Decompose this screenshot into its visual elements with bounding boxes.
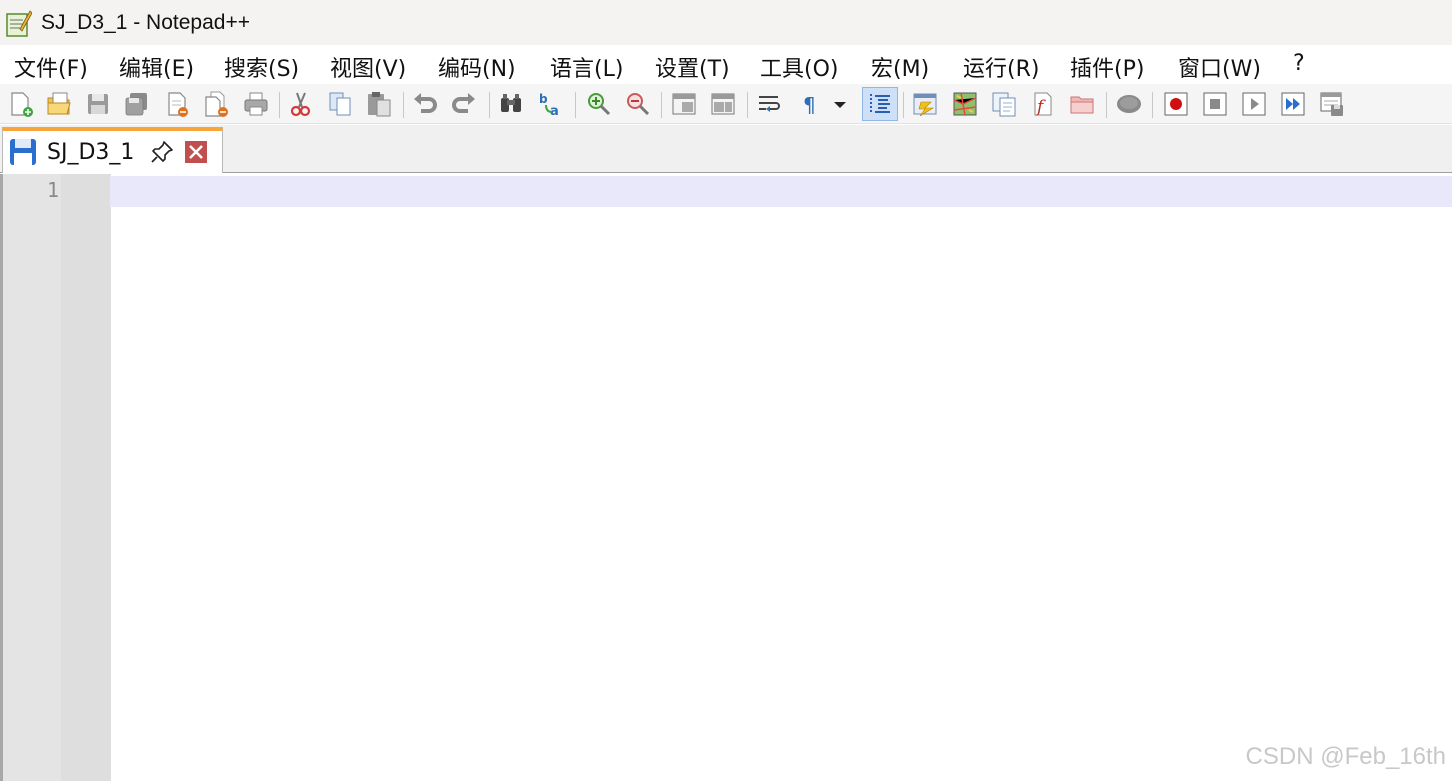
zoom-in-icon[interactable]: [584, 89, 614, 119]
save-status-icon: [7, 136, 39, 168]
menu-plugins[interactable]: 插件(P): [1070, 51, 1144, 83]
tab-label: SJ_D3_1: [47, 139, 135, 165]
replace-icon[interactable]: ba: [536, 89, 566, 119]
monitoring-icon[interactable]: [1114, 89, 1144, 119]
toolbar-separator: [489, 92, 490, 118]
menu-file[interactable]: 文件(F): [14, 51, 88, 83]
svg-text:b: b: [539, 92, 548, 106]
undo-icon[interactable]: [410, 89, 440, 119]
close-all-icon[interactable]: [201, 89, 231, 119]
fold-margin[interactable]: [61, 174, 111, 781]
toolbar-separator: [575, 92, 576, 118]
toolbar-separator: [661, 92, 662, 118]
menu-run[interactable]: 运行(R): [963, 51, 1039, 83]
menu-view[interactable]: 视图(V): [330, 51, 406, 83]
save-macro-icon[interactable]: [1317, 89, 1347, 119]
editor-area[interactable]: 1: [0, 174, 1452, 781]
document-map-icon[interactable]: [950, 89, 980, 119]
menu-edit[interactable]: 编辑(E): [119, 51, 194, 83]
run-macro-multiple-icon[interactable]: [1278, 89, 1308, 119]
tab-bar: SJ_D3_1: [0, 125, 1452, 173]
paste-icon[interactable]: [364, 89, 394, 119]
title-bar: SJ_D3_1 - Notepad++: [0, 0, 1452, 45]
menu-window[interactable]: 窗口(W): [1178, 51, 1261, 83]
dropdown-icon[interactable]: [829, 89, 851, 119]
toolbar-separator: [279, 92, 280, 118]
function-list-icon[interactable]: f: [1028, 89, 1058, 119]
toolbar-separator: [403, 92, 404, 118]
user-defined-language-icon[interactable]: [910, 89, 940, 119]
menu-language[interactable]: 语言(L): [550, 51, 623, 83]
menu-settings[interactable]: 设置(T): [655, 51, 730, 83]
menu-search[interactable]: 搜索(S): [224, 51, 299, 83]
folder-as-workspace-icon[interactable]: [1067, 89, 1097, 119]
menu-bar: 文件(F) 编辑(E) 搜索(S) 视图(V) 编码(N) 语言(L) 设置(T…: [0, 45, 1452, 84]
new-file-icon[interactable]: [5, 89, 35, 119]
show-all-chars-icon[interactable]: ¶: [795, 89, 825, 119]
line-number: 1: [46, 178, 59, 202]
text-area[interactable]: [110, 174, 1452, 781]
notepad-plus-plus-logo-icon: [6, 9, 33, 37]
document-list-icon[interactable]: [989, 89, 1019, 119]
menu-macro[interactable]: 宏(M): [871, 51, 929, 83]
toolbar: ba ¶ f: [0, 84, 1452, 124]
zoom-out-icon[interactable]: [623, 89, 653, 119]
tab-sj-d3-1[interactable]: SJ_D3_1: [2, 127, 223, 173]
sync-vertical-icon[interactable]: [669, 89, 699, 119]
close-tab-icon[interactable]: [184, 140, 208, 164]
toolbar-separator: [1152, 92, 1153, 118]
toolbar-separator: [1106, 92, 1107, 118]
save-all-icon[interactable]: [122, 89, 152, 119]
menu-help[interactable]: ?: [1293, 51, 1305, 76]
menu-encoding[interactable]: 编码(N): [438, 51, 516, 83]
cut-icon[interactable]: [285, 89, 315, 119]
close-icon[interactable]: [162, 89, 192, 119]
watermark: CSDN @Feb_16th: [1245, 743, 1446, 770]
find-icon[interactable]: [496, 89, 526, 119]
record-macro-icon[interactable]: [1161, 89, 1191, 119]
play-macro-icon[interactable]: [1239, 89, 1269, 119]
sync-horizontal-icon[interactable]: [708, 89, 738, 119]
word-wrap-icon[interactable]: [755, 89, 785, 119]
stop-macro-icon[interactable]: [1200, 89, 1230, 119]
toolbar-separator: [747, 92, 748, 118]
window-title: SJ_D3_1 - Notepad++: [41, 10, 250, 34]
save-icon[interactable]: [83, 89, 113, 119]
indent-guide-icon[interactable]: [862, 87, 898, 121]
pin-icon[interactable]: [150, 140, 174, 164]
copy-icon[interactable]: [325, 89, 355, 119]
line-number-gutter: 1: [3, 174, 61, 781]
print-icon[interactable]: [241, 89, 271, 119]
open-file-icon[interactable]: [44, 89, 74, 119]
redo-icon[interactable]: [449, 89, 479, 119]
toolbar-separator: [903, 92, 904, 118]
menu-tools[interactable]: 工具(O): [760, 51, 838, 83]
svg-text:¶: ¶: [803, 93, 816, 117]
